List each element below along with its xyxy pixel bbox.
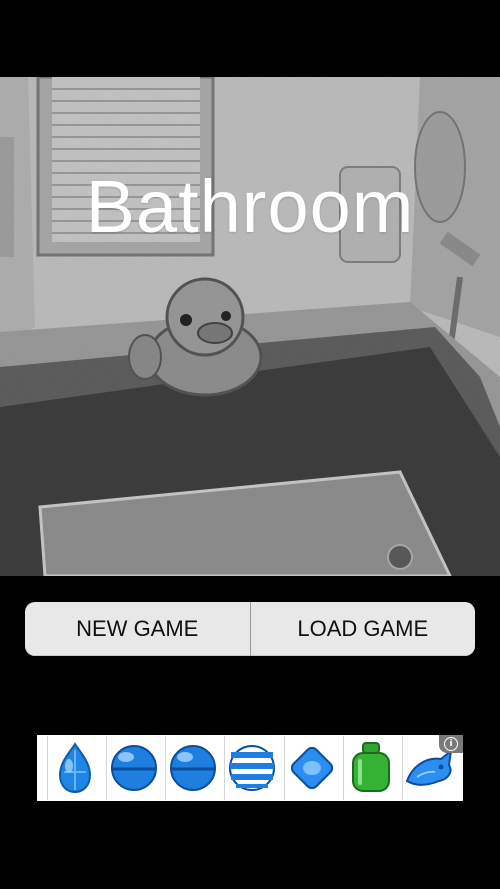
ad-item[interactable] (283, 736, 339, 800)
bathroom-sketch (0, 77, 500, 576)
load-game-button[interactable]: LOAD GAME (251, 602, 476, 656)
ad-banner[interactable]: i (37, 735, 463, 801)
ad-item[interactable] (342, 736, 398, 800)
info-icon: i (444, 737, 458, 751)
new-game-button[interactable]: NEW GAME (25, 602, 250, 656)
blue-striped-candy-icon (229, 745, 276, 791)
scene-illustration: Bathroom (0, 77, 500, 576)
scene-title: Bathroom (85, 165, 415, 248)
blue-diamond-candy-icon (290, 746, 333, 790)
ad-info-button[interactable]: i (439, 735, 463, 753)
ad-item[interactable] (106, 736, 161, 800)
ad-item[interactable] (47, 736, 102, 800)
blue-gem-drop-icon (59, 742, 92, 794)
ad-item[interactable] (165, 736, 220, 800)
blue-sphere-candy-icon (111, 745, 158, 791)
green-jar-candy-icon (351, 742, 390, 792)
main-menu: NEW GAME LOAD GAME (25, 602, 475, 656)
blue-sphere-candy-icon (170, 745, 217, 791)
ad-item[interactable] (224, 736, 279, 800)
